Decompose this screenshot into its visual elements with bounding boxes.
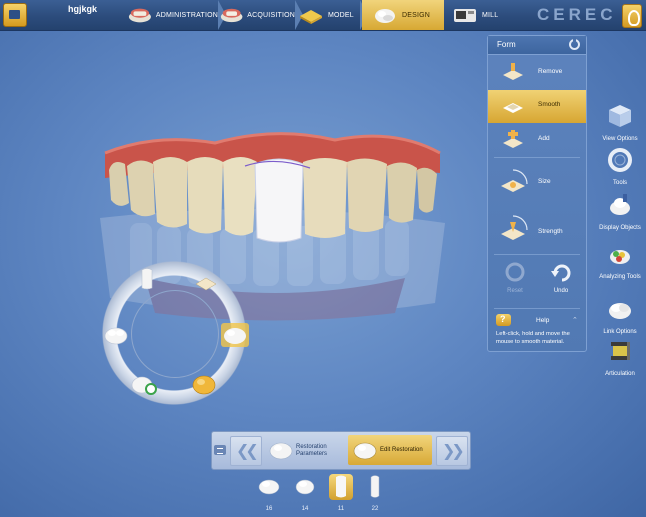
crown-shape-icon[interactable] — [134, 268, 160, 290]
tool-label: View Options — [602, 136, 638, 142]
tool-label: Tools — [612, 180, 627, 186]
design-icon — [375, 9, 395, 23]
tool-add[interactable]: Add — [488, 124, 586, 157]
step-label: MILL — [482, 11, 499, 19]
tool-label: Link Options — [603, 329, 637, 335]
tool-size[interactable]: Size — [488, 164, 586, 204]
step-acquisition[interactable]: ACQUISITION — [220, 0, 303, 30]
form-panel-title: Form — [497, 40, 516, 49]
remove-icon — [503, 63, 523, 80]
tooth-menu-icon[interactable] — [622, 4, 642, 28]
help-icon[interactable] — [496, 314, 511, 326]
tools-button[interactable]: Tools — [597, 147, 643, 187]
analyzing-tools-icon — [610, 250, 630, 264]
radial-menu-inner-ring — [131, 290, 219, 378]
strength-icon — [501, 215, 528, 240]
step-label: DESIGN — [402, 11, 431, 19]
help-text: Left-click, hold and move the mouse to s… — [496, 331, 570, 345]
form-panel: Form Remove Smooth Add Size Strength Res… — [487, 35, 587, 352]
display-objects-icon — [610, 194, 630, 215]
reset-label: Reset — [507, 288, 523, 294]
tool-label: Analyzing Tools — [599, 274, 641, 280]
power-icon[interactable] — [569, 37, 580, 50]
mill-icon — [454, 9, 476, 22]
brand-logo: CEREC — [537, 5, 617, 24]
administration-icon — [128, 8, 151, 23]
form-tool-icon[interactable] — [193, 272, 219, 294]
tool-label: Add — [538, 135, 550, 142]
smooth-icon — [503, 103, 523, 113]
incisor-icon — [329, 474, 353, 500]
edit-restoration-icon[interactable] — [220, 322, 250, 348]
step-mill[interactable]: MILL — [452, 0, 524, 30]
step-label: ADMINISTRATION — [155, 11, 218, 19]
display-objects-button[interactable]: Display Objects — [597, 192, 643, 232]
molar-icon — [258, 479, 280, 495]
top-navigation-bar: hgjkgk ADMINISTRATION ACQUISITION MODEL … — [0, 0, 646, 31]
tooth-number: 11 — [337, 506, 345, 512]
tool-label: Smooth — [538, 101, 561, 108]
size-icon — [501, 169, 528, 192]
analyzing-tools-button[interactable]: Analyzing Tools — [597, 241, 643, 281]
app-logo-icon[interactable] — [3, 3, 27, 27]
tooth-22[interactable]: 22 — [361, 474, 389, 512]
reset-button[interactable]: Reset — [500, 261, 530, 294]
acquisition-icon — [220, 8, 243, 23]
tooth-11[interactable]: 11 — [327, 474, 355, 512]
link-options-button[interactable]: Link Options — [597, 296, 643, 336]
phase-label: Edit Restoration — [380, 447, 423, 453]
edit-restoration-phase-icon — [353, 442, 377, 460]
undo-icon — [551, 264, 571, 282]
premolar-icon — [295, 479, 315, 495]
previous-phase-button[interactable]: ❮❮ — [230, 436, 262, 466]
reset-icon — [505, 262, 525, 282]
link-options-icon — [609, 303, 631, 319]
tooth-number: 14 — [301, 506, 309, 512]
tooth-number: 16 — [265, 506, 273, 512]
phase-restoration-parameters[interactable]: Restoration Parameters — [264, 435, 346, 465]
mill-preview-icon[interactable] — [191, 373, 217, 395]
validate-icon[interactable] — [131, 374, 157, 396]
tool-strength[interactable]: Strength — [488, 214, 586, 250]
incisor-icon — [370, 475, 380, 498]
tool-label: Remove — [538, 68, 563, 75]
undo-label: Undo — [553, 288, 569, 294]
tool-remove[interactable]: Remove — [488, 57, 586, 90]
cube-view-icon — [609, 105, 631, 127]
phase-edit-restoration[interactable]: Edit Restoration — [348, 435, 432, 465]
tooth-14[interactable]: 14 — [291, 474, 319, 512]
tool-label: Strength — [538, 228, 563, 235]
molar-view-icon[interactable] — [103, 323, 129, 345]
model-icon — [300, 10, 322, 24]
double-chevron-left-icon: ❮❮ — [236, 443, 259, 460]
tooth-16[interactable]: 16 — [255, 474, 283, 512]
collapse-icon[interactable] — [214, 445, 226, 455]
view-options-button[interactable]: View Options — [597, 103, 643, 143]
articulation-button[interactable]: Articulation — [597, 338, 643, 378]
help-label: Help — [536, 317, 550, 324]
step-label: MODEL — [328, 11, 354, 19]
step-label: ACQUISITION — [247, 11, 295, 19]
double-chevron-right-icon: ❯❯ — [442, 443, 465, 460]
step-model[interactable]: MODEL — [298, 0, 368, 30]
undo-button[interactable]: Undo — [546, 261, 576, 294]
articulation-icon — [611, 342, 630, 360]
add-icon — [503, 130, 523, 148]
tool-label: Size — [538, 178, 551, 185]
tool-label: Display Objects — [599, 225, 641, 231]
form-panel-header: Form — [488, 36, 586, 55]
tooth-number: 22 — [371, 506, 379, 512]
tool-label: Articulation — [605, 371, 635, 377]
tool-smooth[interactable]: Smooth — [488, 90, 586, 123]
patient-name: hgjkgk — [68, 4, 98, 14]
phase-label: Restoration Parameters — [296, 444, 328, 457]
step-administration[interactable]: ADMINISTRATION — [128, 0, 226, 30]
step-design[interactable]: DESIGN — [362, 0, 444, 30]
tools-ring-icon — [608, 148, 632, 172]
next-phase-button[interactable]: ❯❯ — [436, 436, 468, 466]
restoration-parameters-icon — [269, 442, 293, 460]
chevron-up-icon[interactable]: ⌃ — [572, 316, 578, 324]
